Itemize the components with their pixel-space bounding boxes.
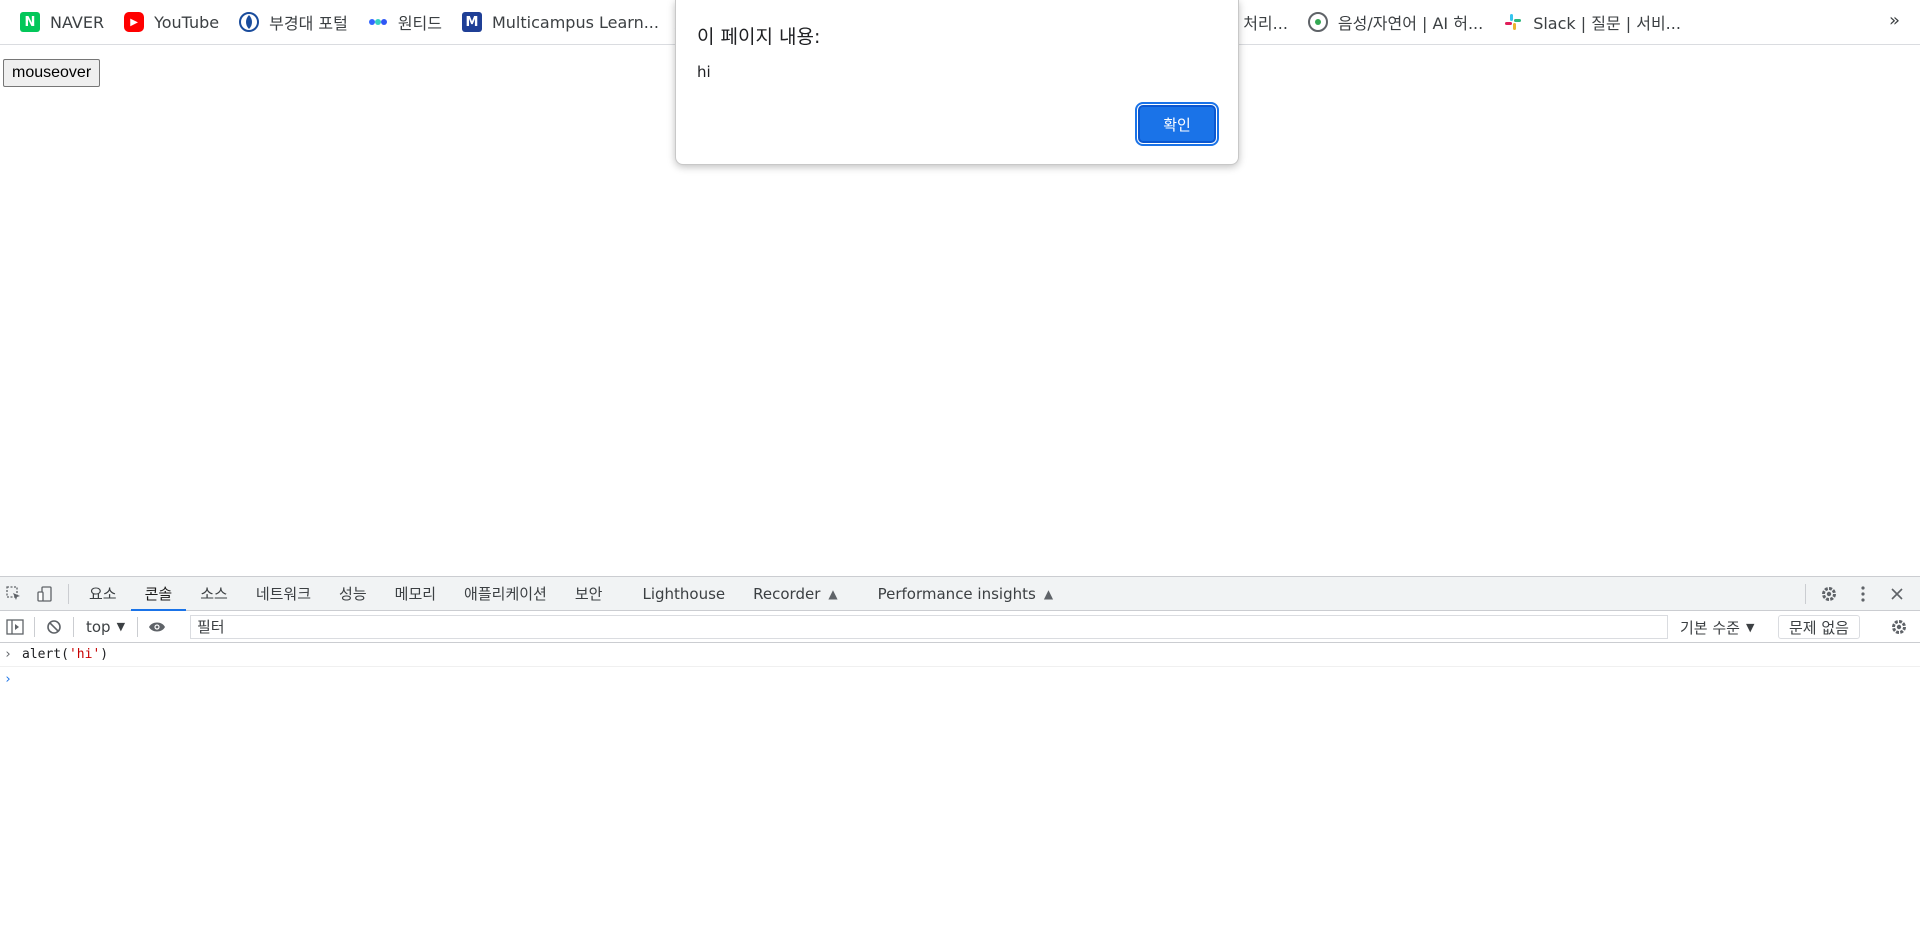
tab-sources[interactable]: 소스 — [186, 577, 242, 611]
log-levels-dropdown[interactable]: 기본 수준 ▼ — [1680, 611, 1754, 643]
close-icon[interactable] — [1880, 577, 1914, 611]
bookmark-label: 부경대 포털 — [269, 14, 348, 33]
toolbar-separator — [34, 616, 35, 637]
tab-label: 보안 — [574, 585, 603, 603]
tab-console[interactable]: 콘솔 — [130, 577, 187, 611]
chevron-right-icon: › — [4, 647, 12, 662]
eye-icon[interactable] — [144, 614, 170, 640]
multicampus-icon: M — [461, 12, 482, 32]
more-vert-icon[interactable] — [1846, 577, 1880, 611]
bookmark-label: 원티드 — [397, 14, 442, 33]
tab-label: Performance insights — [877, 584, 1036, 603]
dropdown-caret-icon: ▼ — [1745, 620, 1755, 634]
bookmark-wanted[interactable]: 원티드 — [358, 7, 452, 37]
tab-memory[interactable]: 메모리 — [381, 577, 450, 611]
devtools-panel: 요소 콘솔 소스 네트워크 성능 메모리 애플리케이션 보안 Lighthous… — [0, 576, 1920, 945]
devtools-tab-bar: 요소 콘솔 소스 네트워크 성능 메모리 애플리케이션 보안 Lighthous… — [0, 577, 1920, 611]
tab-elements[interactable]: 요소 — [75, 577, 131, 611]
console-filter-input[interactable] — [190, 615, 1668, 639]
console-code: alert('hi') — [22, 647, 108, 662]
code-text: alert( — [22, 647, 69, 662]
bookmark-youtube[interactable]: ▶ YouTube — [114, 7, 229, 37]
dialog-title: 이 페이지 내용: — [697, 26, 821, 48]
dropdown-caret-icon: ▼ — [116, 620, 126, 633]
bookmark-label: Multicampus Learn... — [491, 12, 659, 32]
flask-icon: ▲ — [828, 586, 838, 601]
wanted-icon — [368, 12, 388, 32]
naver-icon: N — [20, 12, 40, 32]
bookmark-naver[interactable]: N NAVER — [10, 7, 114, 37]
flask-icon: ▲ — [1043, 586, 1054, 601]
tab-label: 콘솔 — [144, 585, 173, 603]
code-string: 'hi' — [68, 647, 101, 662]
alert-dialog: 이 페이지 내용: hi 확인 — [675, 0, 1239, 165]
issues-button[interactable]: 문제 없음 — [1778, 615, 1860, 639]
clear-console-icon[interactable] — [41, 614, 67, 640]
tab-label: 메모리 — [394, 585, 437, 603]
context-selector[interactable]: top ▼ — [80, 618, 131, 636]
tab-security[interactable]: 보안 — [561, 577, 617, 611]
toolbar-separator — [137, 616, 139, 637]
youtube-icon: ▶ — [124, 12, 145, 32]
tab-application[interactable]: 애플리케이션 — [450, 577, 561, 611]
tab-label: 애플리케이션 — [464, 585, 547, 603]
dialog-message: hi — [697, 63, 711, 81]
context-label: top — [86, 617, 111, 636]
tab-label: 네트워크 — [255, 585, 312, 603]
code-text: ) — [100, 647, 109, 662]
tab-label: 요소 — [89, 585, 117, 603]
sidebar-toggle-icon[interactable] — [2, 614, 28, 640]
bookmark-label: 음성/자연어 | AI 허... — [1337, 14, 1484, 33]
tab-recorder[interactable]: Recorder ▲ — [739, 577, 851, 611]
bookmark-label: YouTube — [154, 12, 220, 32]
bookmark-portal[interactable]: 부경대 포털 — [229, 7, 358, 37]
tab-lighthouse[interactable]: Lighthouse — [628, 577, 739, 611]
console-output: › alert('hi') › — [0, 643, 1920, 691]
tab-separator — [68, 583, 69, 604]
levels-label: 기본 수준 — [1680, 618, 1740, 637]
bookmark-voice-ai[interactable]: 음성/자연어 | AI 허... — [1298, 7, 1493, 37]
issues-label: 문제 없음 — [1789, 618, 1849, 637]
toolbar-separator — [73, 616, 74, 637]
console-entry: › alert('hi') — [0, 643, 1920, 667]
console-settings-gear-icon[interactable] — [1886, 614, 1912, 640]
gear-icon[interactable] — [1812, 577, 1846, 611]
portal-icon — [239, 12, 260, 32]
devtools-actions — [1799, 577, 1914, 611]
bookmark-label: Slack | 질문 | 서비... — [1533, 14, 1681, 33]
bookmark-multicampus[interactable]: M Multicampus Learn... — [452, 7, 669, 37]
slack-icon — [1503, 12, 1523, 32]
tab-label: Recorder — [753, 584, 821, 603]
console-toolbar: top ▼ 기본 수준 ▼ 문제 없음 — [0, 611, 1920, 643]
device-toolbar-icon[interactable] — [28, 577, 62, 611]
tab-performance[interactable]: 성능 — [325, 577, 381, 611]
tab-label: 성능 — [339, 585, 367, 603]
tab-label: Lighthouse — [642, 584, 726, 603]
tab-separator — [1805, 584, 1806, 604]
bookmarks-overflow-button[interactable]: » — [1889, 10, 1900, 31]
tab-label: 소스 — [200, 585, 228, 603]
bookmark-slack[interactable]: Slack | 질문 | 서비... — [1493, 7, 1691, 37]
mouseover-button[interactable]: mouseover — [3, 59, 101, 87]
tab-network[interactable]: 네트워크 — [242, 577, 325, 611]
voice-icon — [1307, 12, 1328, 32]
inspect-element-icon[interactable] — [0, 577, 28, 611]
dialog-ok-button[interactable]: 확인 — [1135, 102, 1219, 146]
tab-performance-insights[interactable]: Performance insights ▲ — [864, 577, 1067, 611]
chevron-right-icon: › — [4, 671, 12, 687]
bookmark-label: NAVER — [50, 12, 105, 32]
console-prompt[interactable]: › — [0, 667, 1920, 691]
